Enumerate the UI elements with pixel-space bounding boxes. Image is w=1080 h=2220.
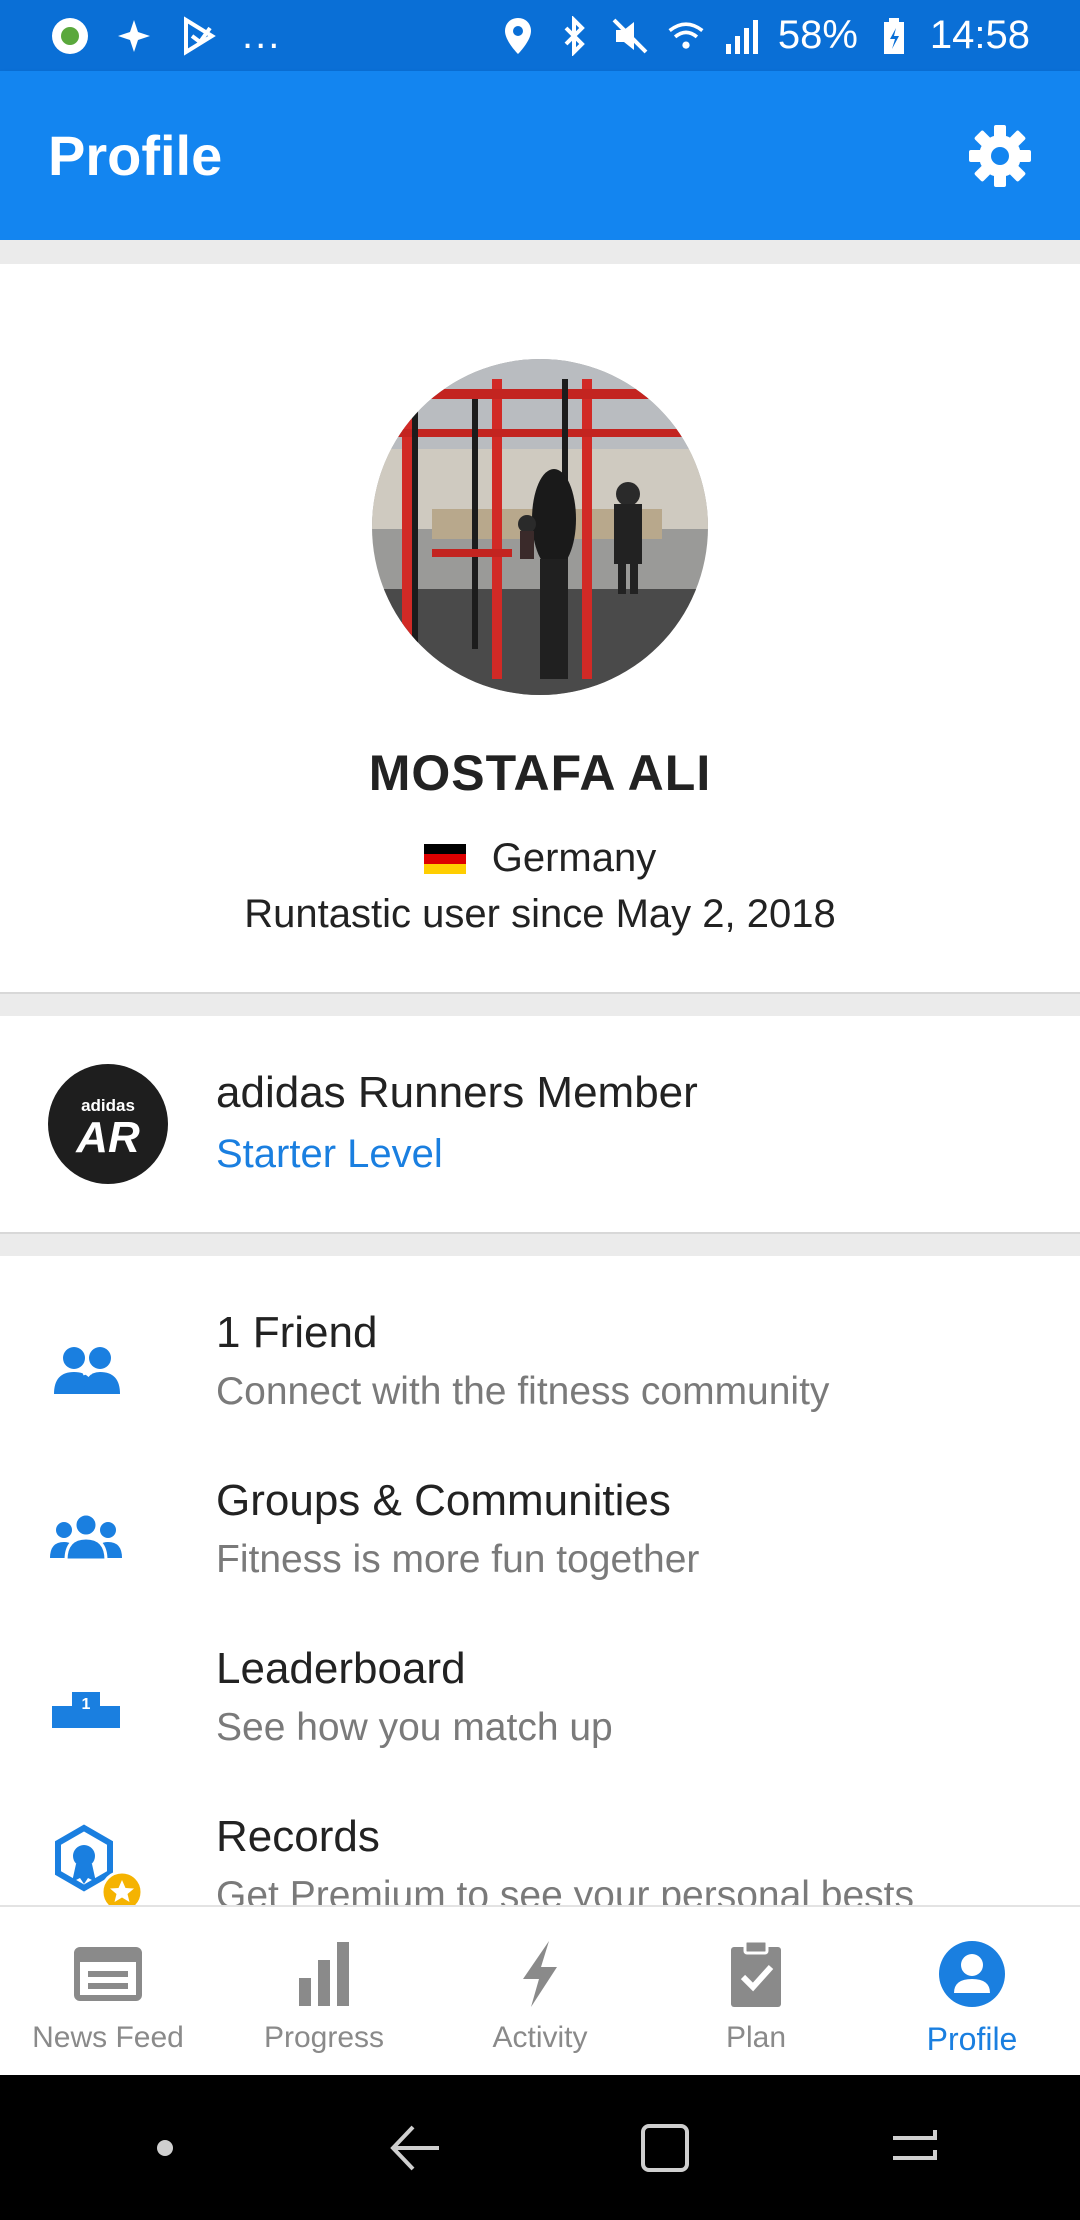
records-icon [40,1818,150,1905]
battery-percent: 58% [777,13,858,57]
records-title: Records [216,1812,380,1861]
back-button[interactable] [370,2103,460,2193]
ar-membership-title: adidas Runners Member [216,1068,698,1117]
ar-logo-letters: AR [76,1113,140,1162]
adidas-runners-card[interactable]: adidas AR adidas Runners Member Starter … [0,1016,1080,1234]
nav-dot-button[interactable] [120,2103,210,2193]
battery-icon [874,16,914,56]
groups-title: Groups & Communities [216,1476,671,1525]
dot-icon [157,2139,173,2156]
profile-card: MOSTAFA ALI Germany Runtastic user since… [0,264,1080,994]
bluetooth-icon [554,15,594,56]
clock: 14:58 [929,13,1030,57]
leaderboard-title: Leaderboard [216,1644,466,1693]
bottom-navigation: News Feed Progress Activity Plan Profile [0,1905,1080,2075]
svg-text:1: 1 [82,1696,91,1713]
tab-profile[interactable]: Profile [864,1907,1080,2075]
tab-activity[interactable]: Activity [432,1907,648,2075]
tab-news-feed[interactable]: News Feed [0,1907,216,2075]
pinwheel-icon [114,16,154,56]
android-notification-icon [50,16,90,56]
app-bar: Profile [0,71,1080,240]
list-item-records[interactable]: Records Get Premium to see your personal… [0,1812,1080,1905]
friends-icon [48,1332,124,1408]
home-button[interactable] [620,2103,710,2193]
country-row: Germany [0,836,1080,881]
status-bar: ... 58% 14:58 [0,0,1080,71]
settings-button[interactable] [960,116,1040,196]
recents-button[interactable] [870,2103,960,2193]
play-store-icon [178,15,218,56]
recents-icon [893,2129,937,2160]
list-item-friends[interactable]: 1 Friend Connect with the fitness commun… [0,1308,1080,1476]
tab-news-feed-label: News Feed [32,2021,184,2054]
back-arrow-icon [390,2125,439,2170]
plan-icon [719,1937,793,2011]
groups-subtitle: Fitness is more fun together [216,1538,700,1581]
list-item-groups[interactable]: Groups & Communities Fitness is more fun… [0,1476,1080,1644]
adidas-runners-logo: adidas AR [48,1064,168,1184]
ar-membership-level: Starter Level [216,1132,443,1176]
profile-menu-list: 1 Friend Connect with the fitness commun… [0,1256,1080,1905]
system-navigation-bar [0,2075,1080,2220]
records-subtitle: Get Premium to see your personal bests [216,1874,914,1905]
wifi-icon [666,16,706,56]
friends-subtitle: Connect with the fitness community [216,1370,830,1413]
news-feed-icon [71,1937,145,2011]
tab-progress-label: Progress [263,2021,385,2054]
tab-plan[interactable]: Plan [648,1907,864,2075]
user-name: MOSTAFA ALI [368,745,712,801]
activity-icon [503,1937,577,2011]
groups-icon [48,1500,124,1576]
tab-activity-label: Activity [492,2021,588,2054]
signal-icon [722,16,762,56]
leaderboard-icon: 1 [48,1672,124,1748]
profile-icon [935,1937,1009,2011]
gear-icon [969,124,1031,187]
friends-title: 1 Friend [216,1308,378,1357]
member-since: Runtastic user since May 2, 2018 [244,892,836,936]
list-item-leaderboard[interactable]: 1 Leaderboard See how you match up [0,1644,1080,1812]
more-notifications: ... [242,13,282,57]
tab-plan-label: Plan [725,2021,787,2054]
leaderboard-subtitle: See how you match up [216,1706,613,1749]
avatar[interactable] [372,359,708,695]
profile-content[interactable]: MOSTAFA ALI Germany Runtastic user since… [0,240,1080,1905]
germany-flag-icon [423,843,466,874]
mute-icon [610,16,650,56]
progress-icon [287,1937,361,2011]
page-title: Profile [48,124,223,187]
location-icon [498,16,538,56]
tab-profile-label: Profile [926,2021,1018,2057]
country-name: Germany [491,836,657,880]
home-square-icon [641,2123,689,2172]
tab-progress[interactable]: Progress [216,1907,432,2075]
